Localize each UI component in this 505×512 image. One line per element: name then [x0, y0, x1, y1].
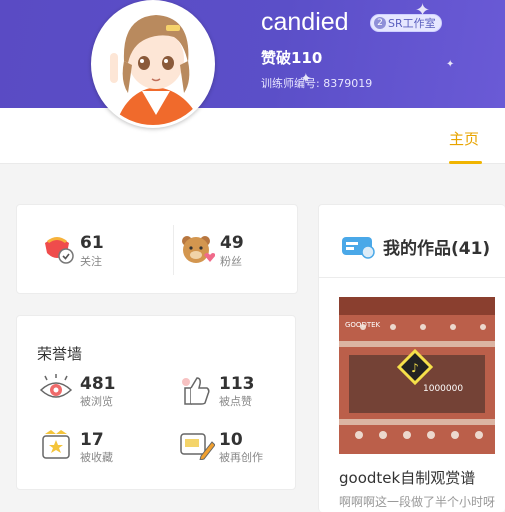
sparkle-icon: ✦	[446, 59, 455, 70]
tab-bar: 主页	[0, 108, 505, 164]
thumbnail-image: ♪ 1000000 GOODTEK	[339, 297, 495, 454]
heart-follow-icon	[45, 237, 74, 264]
avatar[interactable]	[91, 0, 215, 128]
honor-wall-card: 荣誉墙 481 被浏览 113 被点赞 17 被收藏 10 被再创作	[16, 315, 296, 490]
bear-fans-icon	[182, 236, 215, 263]
work-title[interactable]: goodtek自制观赏谱	[339, 467, 475, 488]
thumbnail-score: 1000000	[423, 384, 463, 394]
badge-number: 2	[374, 17, 386, 29]
works-title: 我的作品(41)	[383, 239, 491, 259]
favorites-label: 被收藏	[80, 451, 113, 464]
likes-text: 赞破110	[261, 49, 323, 67]
works-card: 我的作品(41) ♪ 1000000 GOODTEK goodtek自制观赏谱 …	[318, 204, 505, 512]
views-count: 481	[80, 374, 116, 394]
likes-count: 113	[219, 374, 255, 394]
work-description: 啊啊啊这一段做了半个小时呀	[339, 495, 496, 509]
username: candied	[261, 8, 349, 36]
remix-label: 被再创作	[219, 451, 263, 464]
fans-count[interactable]: 49	[220, 233, 244, 253]
eye-icon	[39, 374, 73, 398]
divider	[173, 225, 174, 275]
remix-count: 10	[219, 430, 243, 450]
likes-label: 被点赞	[219, 395, 252, 408]
trainer-id: 训练师编号: 8379019	[261, 77, 373, 90]
studio-badge[interactable]: 2 SR工作室	[370, 14, 442, 32]
game-card-icon	[342, 237, 375, 259]
following-count[interactable]: 61	[80, 233, 104, 253]
badge-label: SR工作室	[388, 17, 436, 30]
work-thumbnail[interactable]: ♪ 1000000 GOODTEK	[339, 297, 495, 454]
star-box-icon	[42, 430, 70, 459]
divider	[319, 277, 505, 278]
tab-home[interactable]: 主页	[449, 128, 479, 149]
views-label: 被浏览	[80, 395, 113, 408]
edit-card-icon	[180, 433, 215, 460]
honor-wall-title: 荣誉墙	[37, 345, 83, 363]
following-label[interactable]: 关注	[80, 253, 102, 269]
svg-text:♪: ♪	[411, 361, 419, 375]
avatar-illustration	[94, 3, 212, 125]
favorites-count: 17	[80, 430, 104, 450]
fans-label[interactable]: 粉丝	[220, 253, 242, 269]
thumb-up-icon	[182, 377, 210, 405]
tab-active-indicator	[449, 161, 482, 164]
follow-card: 61 关注 49 粉丝	[16, 204, 298, 294]
